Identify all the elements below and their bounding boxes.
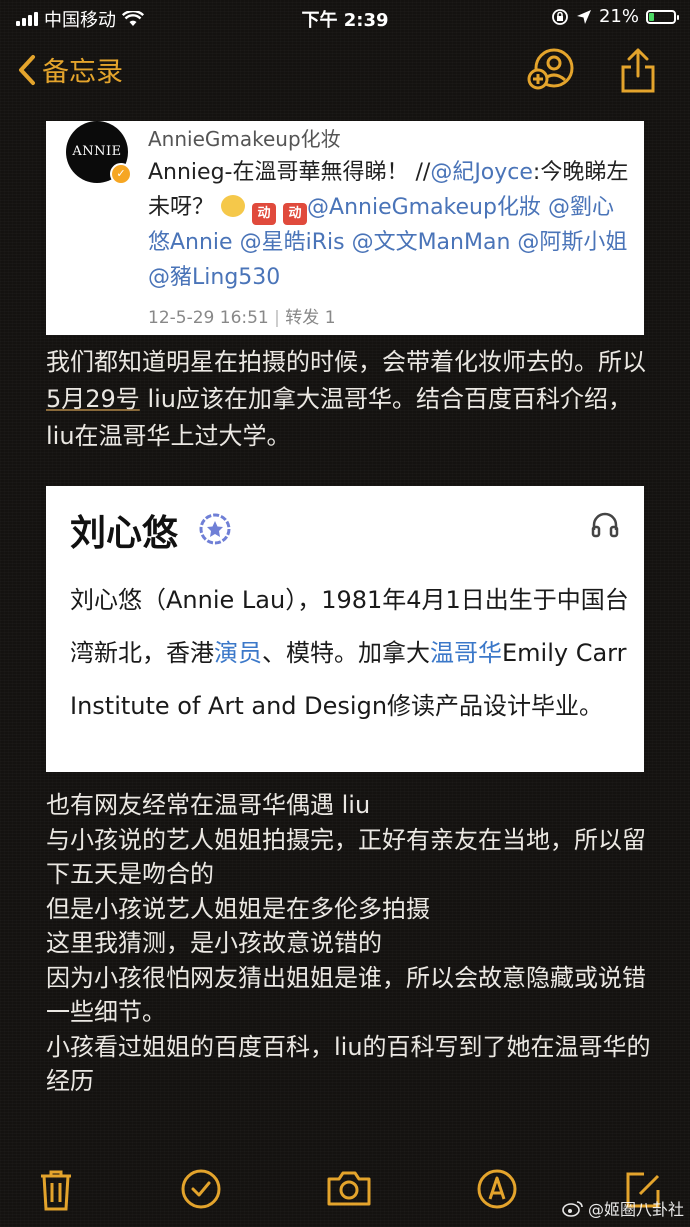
mention-link: @AnnieGmakeup化妝 — [307, 195, 541, 220]
share-icon[interactable] — [618, 46, 658, 94]
baike-title: 刘心悠 — [70, 513, 179, 554]
note-paragraph-2[interactable]: 也有网友经常在温哥华偶遇 liu 与小孩说的艺人姐姐拍摄完，正好有亲友在当地，所… — [46, 788, 656, 1099]
baike-link-vancouver: 温哥华 — [430, 639, 502, 667]
red-stamp-emoji-icon: 动 — [252, 203, 277, 225]
weibo-watermark: @姬圈八卦社 — [562, 1196, 684, 1220]
note-line: 小孩看过姐姐的百度百科，liu的百科写到了她在温哥华的经历 — [46, 1032, 651, 1096]
post-timestamp: 12-5-29 16:51 — [148, 308, 269, 328]
mention-link: @豬Ling530 — [148, 265, 281, 290]
note-paragraph-1[interactable]: 我们都知道明星在拍摄的时候，会带着化妆师去的。所以5月29号 liu应该在加拿大… — [46, 344, 656, 455]
checklist-icon[interactable] — [180, 1168, 222, 1210]
note-line: 这里我猜测，是小孩故意说错的 — [46, 929, 382, 957]
trash-icon[interactable] — [38, 1168, 74, 1212]
underlined-date: 5月29号 — [46, 385, 140, 413]
note-line: 与小孩说的艺人姐姐拍摄完，正好有亲友在当地，所以留下五天是吻合的 — [46, 825, 646, 889]
summary-text: 、模特。加拿大 — [262, 639, 430, 667]
note-line: 也有网友经常在温哥华偶遇 liu — [46, 791, 371, 819]
status-right: 21% — [551, 6, 679, 27]
add-people-icon[interactable] — [527, 46, 575, 92]
note-line: 但是小孩说艺人姐姐是在多伦多拍摄 — [46, 894, 430, 923]
mention-link: @星皓iRis — [239, 230, 345, 255]
mention-link: @阿斯小姐 — [517, 230, 628, 255]
baike-badge-icon — [199, 513, 231, 545]
weibo-screenshot: ANNIE G ✓ AnnieGmakeup化妆 Annieg-在溫哥華無得睇！… — [46, 121, 644, 335]
verified-badge-icon: ✓ — [110, 163, 132, 185]
repost-count: 转发 1 — [285, 308, 336, 328]
red-stamp-emoji-icon: 动 — [283, 203, 308, 225]
back-button[interactable]: 备忘录 — [18, 50, 123, 89]
chevron-left-icon — [19, 54, 35, 85]
mention-link: @文文ManMan — [351, 230, 511, 255]
watermark-text: @姬圈八卦社 — [587, 1200, 684, 1219]
baike-screenshot: 刘心悠 刘心悠（Annie Lau），1981年4月1日出生于中国台湾新北，香港… — [46, 486, 644, 772]
battery-percent: 21% — [598, 6, 639, 27]
baike-link-actor: 演员 — [214, 639, 262, 667]
weibo-post-text: Annieg-在溫哥華無得睇！ //@紀Joyce:今晚睇左未呀？ 动 动 @An… — [148, 155, 634, 295]
note-line: 因为小孩很怕网友猜出姐姐是谁，所以会故意隐藏或说错一些细节。 — [46, 963, 646, 1027]
post-text-segment: Annieg-在溫哥華無得睇！ // — [148, 160, 431, 185]
markup-pen-icon[interactable] — [476, 1168, 518, 1210]
paragraph-text: 我们都知道明星在拍摄的时候，会带着化妆师去的。所以 — [46, 348, 646, 376]
location-icon — [576, 9, 591, 24]
weibo-logo-icon — [562, 1201, 583, 1217]
battery-icon — [646, 9, 679, 24]
mention-link: @紀Joyce — [430, 160, 533, 185]
baike-summary: 刘心悠（Annie Lau），1981年4月1日出生于中国台湾新北，香港演员、模… — [70, 574, 630, 733]
sunny-face-emoji-icon — [221, 195, 246, 217]
orientation-lock-icon — [552, 8, 568, 25]
nav-bar: 备忘录 — [0, 44, 690, 100]
status-bar: 中国移动 下午 2:39 21% — [0, 0, 690, 36]
post-meta: 12-5-29 16:51 | 转发 1 — [148, 308, 336, 328]
headphones-icon[interactable] — [590, 510, 620, 538]
camera-icon[interactable] — [326, 1168, 372, 1208]
account-name: AnnieGmakeup化妆 — [148, 127, 341, 151]
back-button-label: 备忘录 — [42, 57, 123, 88]
